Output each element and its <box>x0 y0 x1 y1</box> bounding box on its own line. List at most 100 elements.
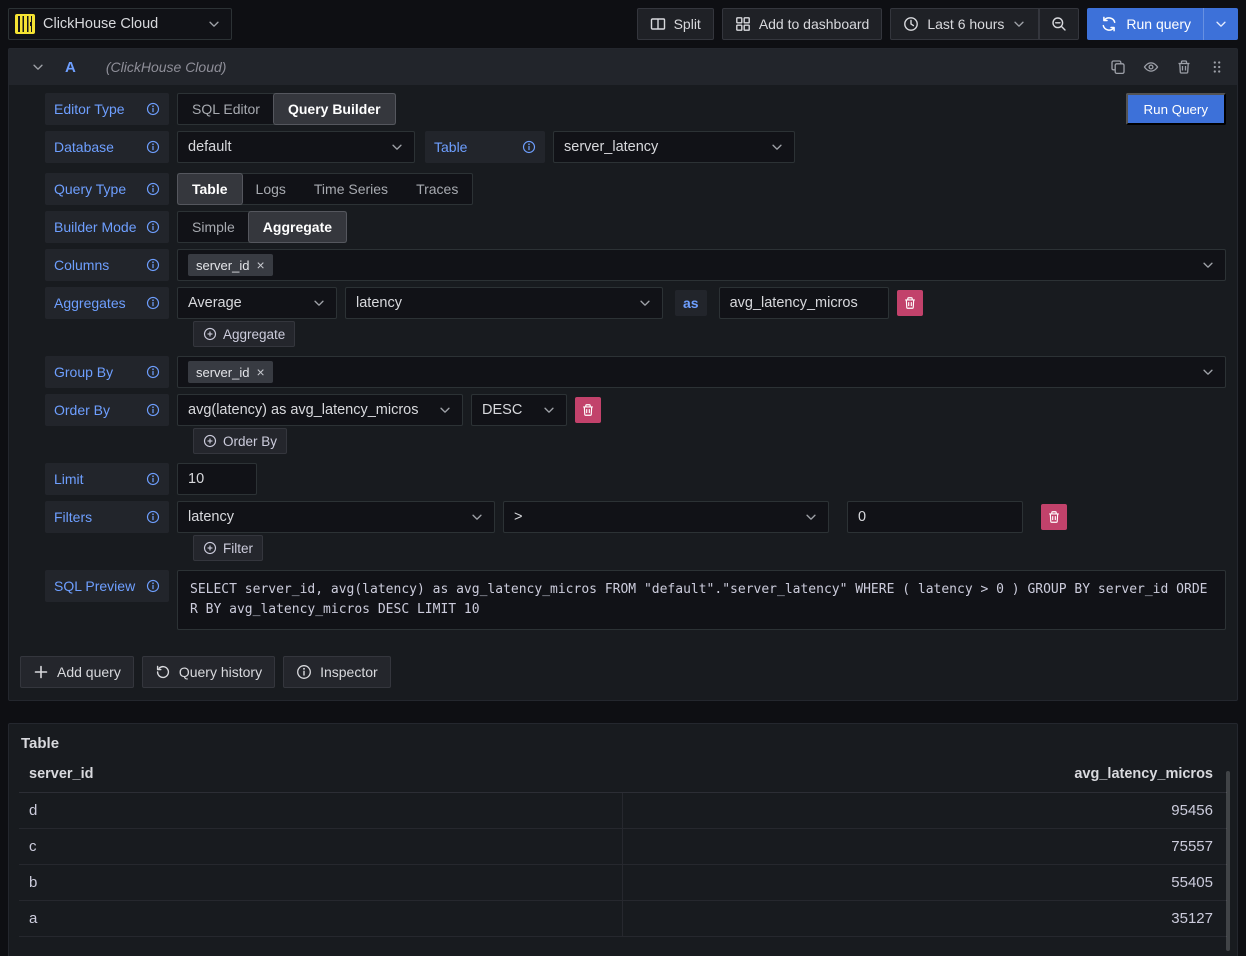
database-table-row: Database default Table server_latency <box>45 131 1226 163</box>
info-icon[interactable] <box>146 403 160 417</box>
split-label: Split <box>674 16 701 32</box>
columns-row: Columns server_id × <box>45 249 1226 281</box>
run-query-dropdown-button[interactable] <box>1203 8 1238 40</box>
time-range-zoom-out-button[interactable] <box>1039 8 1079 40</box>
editor-type-radio-group: SQL Editor Query Builder <box>177 93 396 125</box>
aggregates-row: Aggregates Average latency as avg_latenc… <box>45 287 1226 319</box>
database-select[interactable]: default <box>177 131 415 163</box>
chevron-down-icon <box>542 403 556 417</box>
table-row: b 55405 <box>19 865 1227 901</box>
run-query-button[interactable]: Run query <box>1087 16 1203 32</box>
remove-aggregate-button[interactable] <box>897 290 923 316</box>
time-range-label: Last 6 hours <box>927 16 1004 32</box>
add-filter-button[interactable]: Filter <box>193 535 263 561</box>
hide-response-eye-icon[interactable] <box>1143 59 1159 75</box>
order-by-select[interactable]: avg(latency) as avg_latency_micros <box>177 394 463 426</box>
columns-multiselect[interactable]: server_id × <box>177 249 1226 281</box>
group-by-label: Group By <box>45 356 169 388</box>
trash-icon <box>581 403 595 417</box>
group-by-chip-server-id: server_id × <box>188 361 273 383</box>
as-keyword-label: as <box>675 290 707 316</box>
aggregates-label: Aggregates <box>45 287 169 319</box>
remove-chip-icon[interactable]: × <box>256 258 264 272</box>
builder-mode-option-aggregate[interactable]: Aggregate <box>249 212 346 242</box>
panel-run-query-button[interactable]: Run Query <box>1126 93 1226 125</box>
aggregate-function-select[interactable]: Average <box>177 287 337 319</box>
zoom-out-icon <box>1051 16 1067 32</box>
query-history-button[interactable]: Query history <box>142 656 275 688</box>
query-ref-id[interactable]: A <box>65 59 76 76</box>
aggregate-alias-input[interactable]: avg_latency_micros <box>719 287 889 319</box>
add-to-dashboard-label: Add to dashboard <box>759 16 870 32</box>
aggregate-column-select[interactable]: latency <box>345 287 663 319</box>
chevron-down-icon <box>207 17 221 31</box>
cell-server-id: d <box>19 793 623 828</box>
query-type-radio-group: Table Logs Time Series Traces <box>177 173 473 205</box>
editor-type-option-query-builder[interactable]: Query Builder <box>274 94 395 124</box>
query-type-option-traces[interactable]: Traces <box>402 174 472 204</box>
query-type-option-logs[interactable]: Logs <box>242 174 300 204</box>
datasource-picker[interactable]: ClickHouse Cloud <box>8 8 232 40</box>
add-order-by-button[interactable]: Order By <box>193 428 287 454</box>
query-type-label: Query Type <box>45 173 169 205</box>
query-row-header[interactable]: A (ClickHouse Cloud) <box>9 49 1237 85</box>
column-header-server-id[interactable]: server_id <box>19 766 623 782</box>
cell-server-id: b <box>19 865 623 900</box>
info-icon[interactable] <box>146 472 160 486</box>
add-query-button[interactable]: Add query <box>20 656 134 688</box>
add-aggregate-row: Aggregate <box>193 321 1226 347</box>
limit-input[interactable]: 10 <box>177 463 257 495</box>
builder-mode-row: Builder Mode Simple Aggregate <box>45 211 1226 243</box>
remove-filter-button[interactable] <box>1041 504 1067 530</box>
filter-operator-select[interactable]: > <box>503 501 829 533</box>
info-icon[interactable] <box>146 510 160 524</box>
info-icon[interactable] <box>146 182 160 196</box>
split-button[interactable]: Split <box>637 8 714 40</box>
order-direction-select[interactable]: DESC <box>471 394 567 426</box>
info-icon[interactable] <box>146 102 160 116</box>
info-icon[interactable] <box>146 365 160 379</box>
cell-avg-latency: 55405 <box>623 865 1227 900</box>
clickhouse-logo-icon <box>15 14 35 34</box>
chevron-down-icon <box>312 296 326 310</box>
builder-mode-option-simple[interactable]: Simple <box>178 212 249 242</box>
duplicate-query-icon[interactable] <box>1110 59 1126 75</box>
info-icon[interactable] <box>522 140 536 154</box>
remove-chip-icon[interactable]: × <box>256 365 264 379</box>
info-icon[interactable] <box>146 220 160 234</box>
info-icon[interactable] <box>146 140 160 154</box>
limit-row: Limit 10 <box>45 463 1226 495</box>
drag-handle-icon[interactable] <box>1209 59 1225 75</box>
remove-order-by-button[interactable] <box>575 397 601 423</box>
plus-circle-icon <box>203 434 217 448</box>
editor-type-option-sql-editor[interactable]: SQL Editor <box>178 94 274 124</box>
add-to-dashboard-button[interactable]: Add to dashboard <box>722 8 883 40</box>
add-filter-row: Filter <box>193 535 1226 561</box>
info-icon[interactable] <box>146 258 160 272</box>
run-query-split-button: Run query <box>1087 8 1238 40</box>
table-select[interactable]: server_latency <box>553 131 795 163</box>
inspector-button[interactable]: Inspector <box>283 656 391 688</box>
info-icon[interactable] <box>146 296 160 310</box>
add-aggregate-button[interactable]: Aggregate <box>193 321 295 347</box>
chevron-down-icon <box>1201 258 1215 272</box>
sql-preview-row: SQL Preview SELECT server_id, avg(latenc… <box>45 570 1226 630</box>
group-by-multiselect[interactable]: server_id × <box>177 356 1226 388</box>
query-editor-panel: A (ClickHouse Cloud) Editor Type <box>8 48 1238 701</box>
table-scrollbar[interactable] <box>1226 771 1230 951</box>
info-icon[interactable] <box>146 579 160 593</box>
chevron-down-icon <box>1012 17 1026 31</box>
collapse-chevron-icon[interactable] <box>31 60 45 74</box>
split-icon <box>650 16 666 32</box>
filter-column-select[interactable]: latency <box>177 501 495 533</box>
query-type-option-table[interactable]: Table <box>178 174 242 204</box>
info-circle-icon <box>296 664 312 680</box>
filter-value-input[interactable]: 0 <box>847 501 1023 533</box>
column-header-avg-latency-micros[interactable]: avg_latency_micros <box>623 766 1227 782</box>
editor-type-label: Editor Type <box>45 93 169 125</box>
query-type-option-time-series[interactable]: Time Series <box>300 174 402 204</box>
remove-query-trash-icon[interactable] <box>1176 59 1192 75</box>
chevron-down-icon <box>770 140 784 154</box>
time-picker-group: Last 6 hours <box>890 8 1079 40</box>
time-range-button[interactable]: Last 6 hours <box>890 8 1039 40</box>
